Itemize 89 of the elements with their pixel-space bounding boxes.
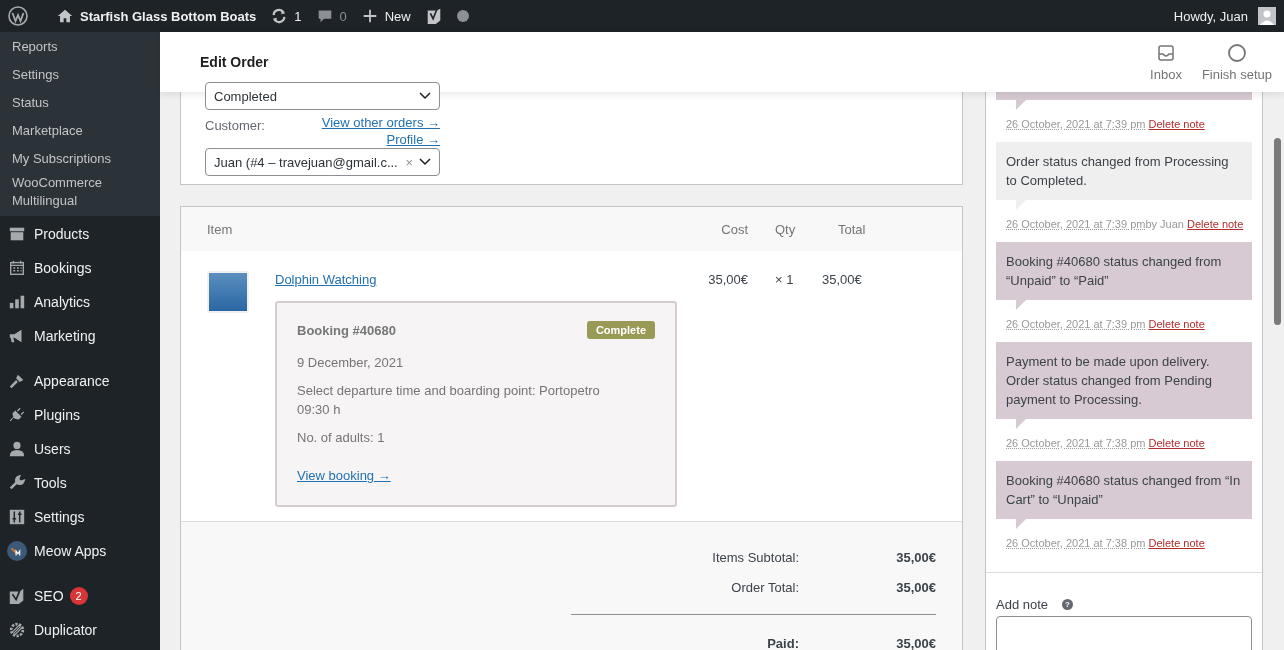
page-title: Edit Order [200, 54, 269, 70]
help-icon[interactable]: ? [1062, 599, 1074, 610]
cost-cell-text: 35,00€ [707, 272, 748, 289]
new-link[interactable]: New [384, 8, 411, 24]
wordpress-logo-icon[interactable] [8, 6, 28, 26]
gear-icon[interactable] [8, 621, 26, 639]
bar-chart-icon[interactable] [8, 293, 26, 311]
inbox-icon [1156, 42, 1176, 63]
total-label: Paid: [767, 635, 799, 650]
home-icon[interactable] [56, 7, 74, 25]
circle-icon [1226, 42, 1247, 63]
total-value: 35,00€ [895, 635, 936, 650]
booking-title: Booking #40680 [297, 322, 396, 338]
note-meta: 26 October, 2021 at 7:38 pm Delete note [1005, 436, 1206, 451]
count-badge: 2 [69, 587, 88, 605]
menu-item[interactable]: Meow Apps [34, 543, 107, 559]
total-value: 35,00€ [895, 549, 936, 565]
menu-item[interactable]: Settings [34, 509, 85, 525]
submenu-item[interactable]: Reports [0, 32, 160, 60]
paintbrush-icon[interactable] [8, 372, 26, 390]
note-text: Booking #40680 status changed from “In Cart” to “Unpaid” [1006, 472, 1242, 509]
menu-item[interactable]: Analytics [34, 294, 91, 310]
header-action-button[interactable]: Inbox [1150, 42, 1182, 82]
submenu-item[interactable]: WooCommerce Multilingual [0, 172, 134, 210]
note-input-field[interactable] [996, 616, 1252, 650]
column-header: Item [207, 221, 234, 237]
total-cell-text: 35,00€ [822, 272, 863, 289]
comments-count[interactable]: 0 [339, 8, 347, 24]
note-text: Booking #40680 status changed from “Unpaid” to “Paid” [1006, 253, 1223, 290]
updates-count[interactable]: 1 [294, 8, 302, 24]
greeting-text[interactable]: Howdy, Juan [1173, 8, 1248, 24]
delete-note-link[interactable]: Delete note [1148, 118, 1205, 130]
note-text: Payment to be made upon delivery. Order status changed from Pending payment to Processing. [1006, 353, 1213, 409]
sliders-icon[interactable] [8, 508, 26, 526]
customer-link[interactable]: View other orders → [321, 115, 440, 130]
delete-note-link[interactable]: Delete note [1187, 218, 1244, 230]
menu-item[interactable]: Appearance [34, 373, 110, 389]
menu-item[interactable]: Plugins [34, 407, 80, 423]
delete-note-link[interactable]: Delete note [1148, 537, 1205, 549]
column-header: Cost [720, 221, 748, 237]
submenu-item[interactable]: Marketplace [0, 116, 160, 144]
chevron-down-icon [419, 92, 431, 100]
submenu-item[interactable]: Status [0, 88, 160, 116]
calendar-icon[interactable] [8, 259, 26, 277]
submenu-item[interactable]: My Subscriptions [0, 144, 160, 172]
customer-link[interactable]: Profile → [386, 132, 440, 147]
add-note-label: Add note [996, 597, 1049, 612]
note-pointer [1016, 100, 1026, 110]
y-logo-icon[interactable] [8, 587, 26, 605]
booking-detail: Select departure time and boarding point: Portopetro 09:30 h [297, 382, 601, 419]
view-booking-link[interactable]: View booking → [297, 468, 391, 483]
plug-icon[interactable] [8, 406, 26, 424]
menu-item[interactable]: Tools [34, 475, 67, 491]
header-action-button[interactable]: Finish setup [1201, 42, 1272, 82]
qty-cell-text: × 1 [774, 272, 795, 289]
note-meta: 26 October, 2021 at 7:39 pm Delete note [1005, 317, 1206, 332]
delete-note-link[interactable]: Delete note [1148, 318, 1205, 330]
photo-placeholder [207, 271, 249, 313]
menu-item[interactable]: Products [34, 226, 90, 242]
wrench-icon[interactable] [8, 474, 26, 492]
column-header: Qty [774, 221, 797, 237]
total-label: Items Subtotal: [712, 549, 799, 565]
user-icon[interactable] [8, 440, 26, 458]
note-meta: 26 October, 2021 at 7:38 pm Delete note [1005, 536, 1206, 551]
note-meta: 26 October, 2021 at 7:39 pm Delete note [1005, 117, 1206, 132]
booking-detail: No. of adults: 1 [297, 429, 386, 447]
archive-box-icon[interactable] [8, 225, 26, 243]
delete-note-link[interactable]: Delete note [1148, 437, 1205, 449]
menu-item[interactable]: Marketing [34, 328, 96, 344]
customer-select[interactable]: Juan (#4 – travejuan@gmail.c... × [205, 148, 440, 176]
column-header: Total [837, 221, 867, 237]
note-meta: 26 October, 2021 at 7:39 pmby Juan Delete note [1005, 217, 1245, 232]
product-link[interactable]: Dolphin Watching [275, 272, 377, 287]
menu-item[interactable]: Duplicator [34, 622, 98, 638]
note-text: Order status changed from Processing to Completed. [1006, 153, 1230, 190]
menu-item[interactable]: Bookings [34, 260, 92, 276]
menu-item[interactable]: SEO [34, 588, 64, 604]
submenu-item[interactable]: Settings [0, 60, 160, 88]
menu-item[interactable]: Users [34, 441, 71, 457]
status-select[interactable]: Completed [205, 82, 440, 110]
circle-logo-icon[interactable] [7, 541, 27, 561]
total-label: Order Total: [731, 579, 799, 595]
chevron-down-icon [419, 158, 431, 166]
site-name-link[interactable]: Starfish Glass Bottom Boats [80, 8, 257, 24]
status-badge: Complete [586, 321, 655, 339]
customer-label: Customer: [205, 118, 265, 135]
booking-detail: 9 December, 2021 [297, 354, 405, 372]
total-value: 35,00€ [895, 579, 936, 595]
status-dot-icon [456, 10, 469, 22]
